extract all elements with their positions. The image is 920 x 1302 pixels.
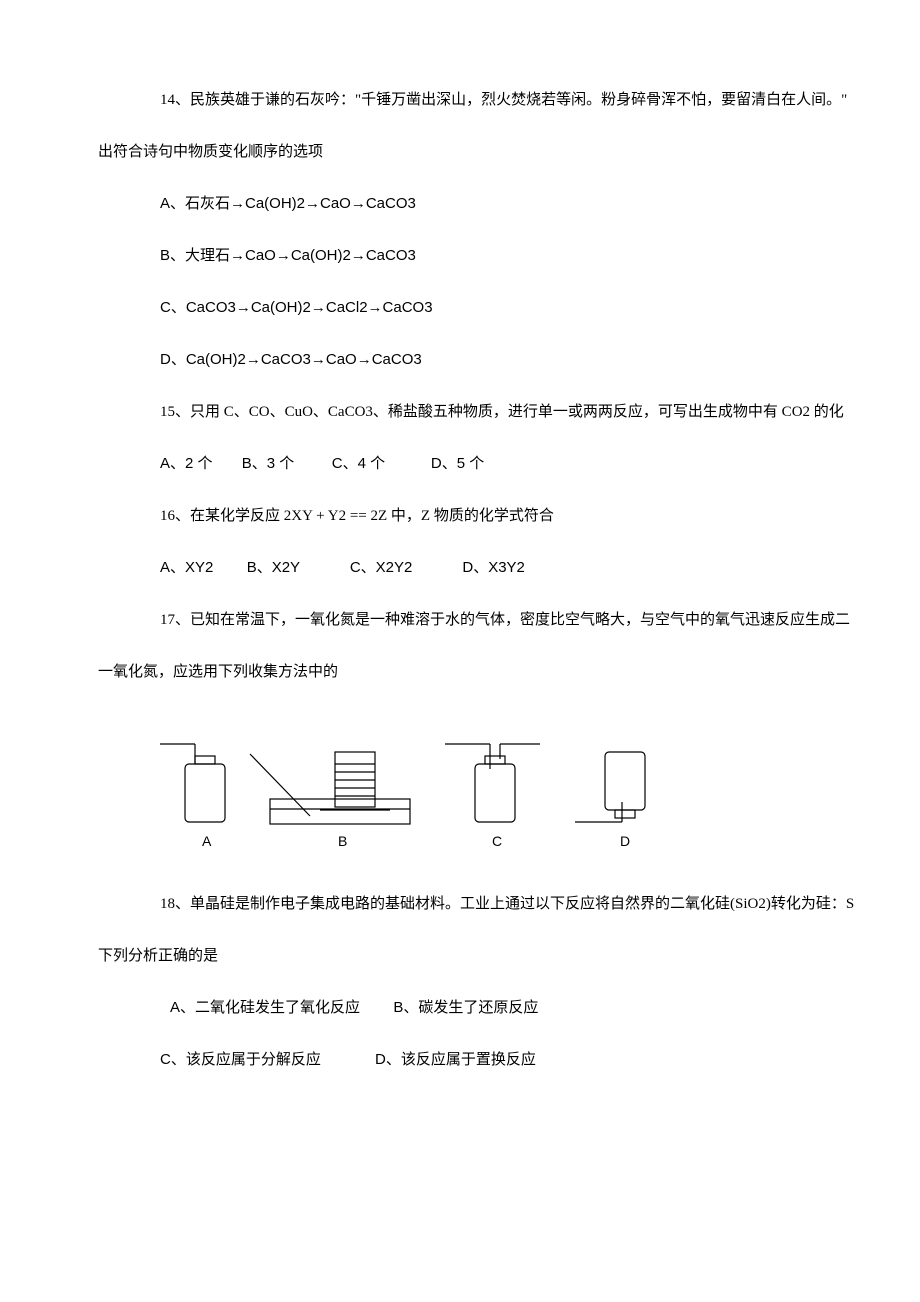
setup-b-icon (250, 752, 410, 824)
q16-option-c: C、X2Y2 (350, 559, 413, 576)
q17-stem-line1: 17、已知在常温下，一氧化氮是一种难溶于水的气体，密度比空气略大，与空气中的氧气… (0, 608, 920, 632)
q15-option-c: C、4 个 (332, 455, 385, 472)
q18-option-d: D、该反应属于置换反应 (375, 1051, 536, 1068)
q18-option-c: C、该反应属于分解反应 (160, 1051, 321, 1068)
setup-a-icon (160, 744, 225, 822)
q15-option-d: D、5 个 (431, 455, 484, 472)
q15-option-b: B、3 个 (242, 455, 295, 472)
page: 14、民族英雄于谦的石灰吟："千锤万凿出深山，烈火焚烧若等闲。粉身碎骨浑不怕，要… (0, 0, 920, 1112)
q18-stem-line1: 18、单晶硅是制作电子集成电路的基础材料。工业上通过以下反应将自然界的二氧化硅(… (0, 892, 920, 916)
q14-option-d: D、Ca(OH)2→CaCO3→CaO→CaCO3 (0, 348, 920, 372)
q18-stem-line2: 下列分析正确的是 (0, 944, 920, 968)
q14-option-b: B、大理石→CaO→Ca(OH)2→CaCO3 (0, 244, 920, 268)
q16-option-d: D、X3Y2 (462, 559, 525, 576)
q14-option-a: A、石灰石→Ca(OH)2→CaO→CaCO3 (0, 192, 920, 216)
q17-label-b: B (338, 833, 347, 849)
q17-stem-line2: 一氧化氮，应选用下列收集方法中的 (0, 660, 920, 684)
q15-options: A、2 个 B、3 个 C、4 个 D、5 个 (0, 452, 920, 476)
q18-options-row2: C、该反应属于分解反应 D、该反应属于置换反应 (0, 1048, 920, 1072)
q16-option-b: B、X2Y (247, 559, 300, 576)
q18-option-a: A、二氧化硅发生了氧化反应 (170, 999, 360, 1016)
q16-option-a: A、XY2 (160, 559, 213, 576)
q17-label-a: A (202, 833, 212, 849)
q16-stem: 16、在某化学反应 2XY + Y2 == 2Z 中，Z 物质的化学式符合 (0, 504, 920, 528)
q17-figure: A B (160, 714, 920, 864)
setup-c-icon (445, 744, 540, 822)
q17-label-d: D (620, 833, 630, 849)
q17-label-c: C (492, 833, 502, 849)
q16-options: A、XY2 B、X2Y C、X2Y2 D、X3Y2 (0, 556, 920, 580)
q18-option-b: B、碳发生了还原反应 (393, 999, 538, 1016)
q15-option-a: A、2 个 (160, 455, 213, 472)
q14-stem-line1: 14、民族英雄于谦的石灰吟："千锤万凿出深山，烈火焚烧若等闲。粉身碎骨浑不怕，要… (0, 88, 920, 112)
q14-stem-line2: 出符合诗句中物质变化顺序的选项 (0, 140, 920, 164)
setup-d-icon (575, 752, 645, 822)
q15-stem: 15、只用 C、CO、CuO、CaCO3、稀盐酸五种物质，进行单一或两两反应，可… (0, 400, 920, 424)
q18-options-row1: A、二氧化硅发生了氧化反应 B、碳发生了还原反应 (0, 996, 920, 1020)
q14-option-c: C、CaCO3→Ca(OH)2→CaCl2→CaCO3 (0, 296, 920, 320)
gas-collection-diagram: A B (160, 714, 680, 864)
